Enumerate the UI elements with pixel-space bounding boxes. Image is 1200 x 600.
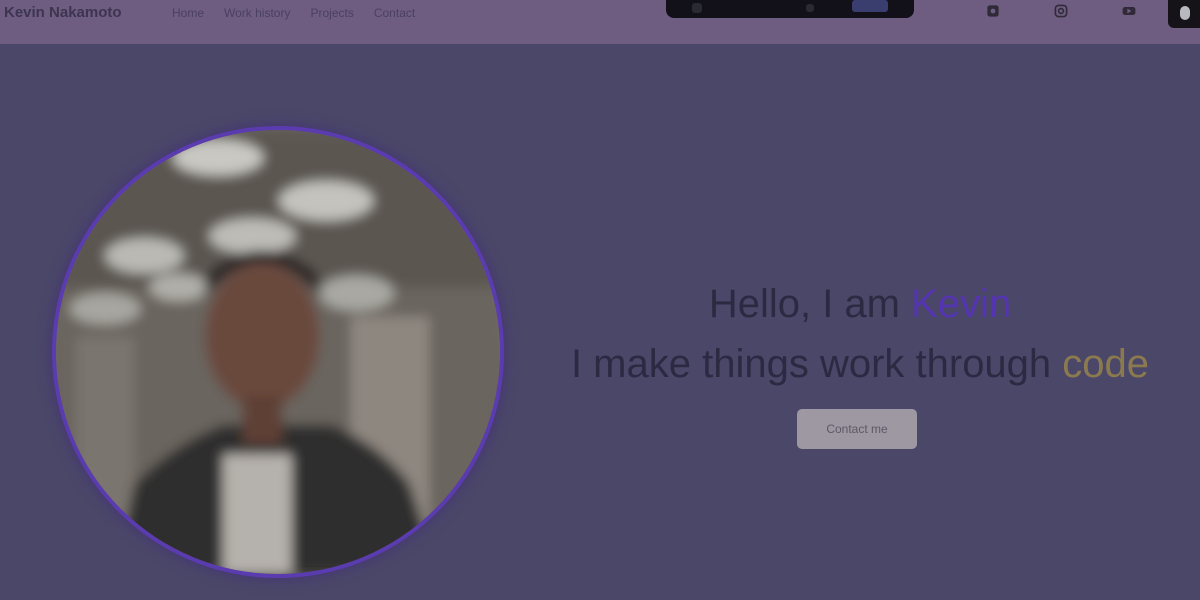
nav-links: Home Work history Projects Contact	[172, 6, 415, 20]
nav-link-work-history[interactable]: Work history	[224, 6, 290, 20]
hero-section: Hello, I am Kevin I make things work thr…	[520, 276, 1200, 394]
hero-name: Kevin	[911, 282, 1012, 326]
nav-link-contact[interactable]: Contact	[374, 6, 415, 20]
github-icon[interactable]	[984, 3, 1002, 19]
greeting-prefix: Hello, I am	[708, 282, 912, 326]
instagram-icon[interactable]	[1052, 3, 1070, 19]
hero-tagline: I make things work through code	[520, 334, 1200, 394]
toolbar-button[interactable]	[852, 0, 888, 12]
toolbar-dot-icon[interactable]	[806, 4, 814, 12]
user-icon[interactable]	[1168, 0, 1200, 28]
navbar: Kevin Nakamoto Home Work history Project…	[0, 0, 1200, 44]
contact-button[interactable]: Contact me	[797, 409, 917, 449]
youtube-icon[interactable]	[1120, 3, 1138, 19]
nav-link-projects[interactable]: Projects	[310, 6, 353, 20]
site-brand[interactable]: Kevin Nakamoto	[4, 4, 122, 21]
toolbar-dot-icon[interactable]	[692, 3, 702, 13]
profile-photo	[52, 126, 504, 578]
tagline-prefix: I make things work through	[570, 342, 1063, 386]
tagline-code: code	[1062, 342, 1150, 386]
hero-greeting: Hello, I am Kevin	[520, 276, 1200, 332]
nav-link-home[interactable]: Home	[172, 6, 204, 20]
user-glyph-icon	[1180, 6, 1190, 20]
